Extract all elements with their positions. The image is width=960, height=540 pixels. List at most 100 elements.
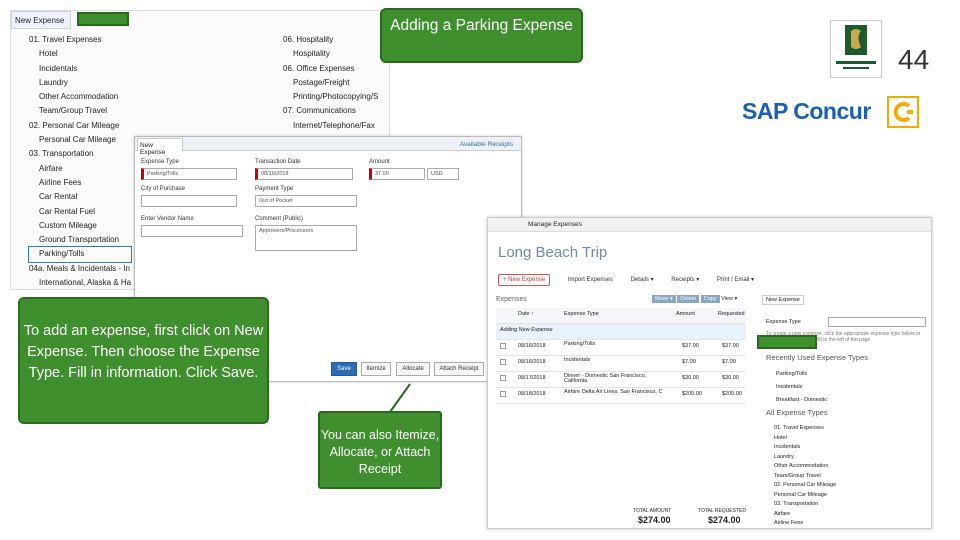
adding-row: Adding New Expense <box>496 324 746 340</box>
type-section-heading: 03. Transportation <box>29 149 94 159</box>
type-list-item[interactable]: Parking/Tolls <box>27 246 133 263</box>
cell-req: $7.00 <box>722 359 736 365</box>
transaction-date-field[interactable]: 08/16/2018 <box>255 168 353 180</box>
type-list-item[interactable]: Laundry <box>774 453 926 463</box>
receipts-menu[interactable]: Receipts ▾ <box>671 277 699 283</box>
type-list-item[interactable]: Incidentals <box>774 443 926 453</box>
cell-type: Parking/Tolls <box>564 341 596 347</box>
city-field[interactable] <box>141 195 237 207</box>
new-expense-tab[interactable]: New Expense <box>11 11 71 29</box>
also-note-callout: You can also Itemize, Allocate, or Attac… <box>318 411 442 489</box>
type-list-item[interactable]: Hospitality <box>283 47 378 61</box>
type-list-item[interactable]: Personal Car Mileage <box>774 491 926 501</box>
print-email-menu[interactable]: Print / Email ▾ <box>717 277 754 283</box>
type-list-item[interactable]: Other Accommodation <box>774 462 926 472</box>
col-requested[interactable]: Requested <box>718 311 745 317</box>
payment-type-label: Payment Type <box>255 186 294 192</box>
table-row[interactable]: 08/17/2018 Dinner - Domestic San Francisc… <box>496 372 746 388</box>
manage-expenses-header: Manage Expenses <box>488 218 931 232</box>
col-date[interactable]: Date ↑ <box>518 311 534 317</box>
type-list-item[interactable]: Other Accommodation <box>29 90 131 104</box>
type-list-item[interactable]: Printing/Photocopying/S <box>283 90 378 104</box>
type-list-item[interactable]: Team/Group Travel <box>29 104 131 118</box>
type-section-heading: 02. Personal Car Mileage <box>774 482 837 488</box>
row-checkbox[interactable] <box>500 359 506 365</box>
expense-type-select[interactable]: Parking/Tolls <box>141 168 237 180</box>
instruction-callout: To add an expense, first click on New Ex… <box>18 297 269 424</box>
recent-type-item[interactable]: Incidentals <box>776 381 926 394</box>
type-list-item[interactable]: Car Rental Fuel <box>29 205 131 219</box>
row-checkbox[interactable] <box>500 391 506 397</box>
total-amount-label: TOTAL AMOUNT <box>633 508 672 514</box>
callout-connector <box>389 383 411 413</box>
concur-c-icon <box>887 96 919 128</box>
type-list-item[interactable]: Car Rental <box>29 190 131 204</box>
recent-type-item[interactable]: Breakfast - Domestic <box>776 394 926 407</box>
currency-select[interactable]: USD <box>427 168 459 180</box>
cell-amt: $30.00 <box>682 375 699 381</box>
table-header: Date ↑ Expense Type Amount Requested <box>496 308 746 324</box>
type-list-item[interactable]: Team/Group Travel <box>774 472 926 482</box>
type-list-item[interactable]: Airline Fees <box>29 176 131 190</box>
type-list-item[interactable]: Custom Mileage <box>29 219 131 233</box>
payment-type-select[interactable]: Out of Pocket <box>255 195 357 207</box>
side-type-field[interactable] <box>828 317 926 327</box>
all-types-list: 01. Travel Expenses Hotel Incidentals Laund… <box>756 424 926 528</box>
expense-type-label: Expense Type <box>141 159 179 165</box>
type-list-item[interactable]: International, Alaska & Ha <box>29 276 131 289</box>
pointer-arrow-parking <box>757 335 817 349</box>
table-row[interactable]: 08/16/2018 Incidentals $7.00 $7.00 <box>496 356 746 372</box>
col-type[interactable]: Expense Type <box>564 311 599 317</box>
save-button[interactable]: Save <box>331 362 357 376</box>
col-amount[interactable]: Amount <box>676 311 695 317</box>
type-list-left-column: 01. Travel Expenses Hotel Incidentals Laund… <box>27 33 133 289</box>
cell-date: 08/16/2018 <box>518 343 546 349</box>
type-list-item[interactable]: Postage/Freight <box>283 76 378 90</box>
cell-req: $37.00 <box>722 343 739 349</box>
cell-req: $30.00 <box>722 375 739 381</box>
university-logo <box>830 20 882 78</box>
copy-button[interactable]: Copy <box>700 295 720 303</box>
total-requested: $274.00 <box>708 515 741 525</box>
type-list-item[interactable]: Airfare <box>29 162 131 176</box>
recent-type-item[interactable]: Parking/Tolls <box>776 368 926 381</box>
type-list-item[interactable]: Airline Fees <box>774 519 926 528</box>
amount-field[interactable]: 37.00 <box>369 168 425 180</box>
type-list-item[interactable]: Ground Transportation <box>29 233 131 247</box>
vendor-field[interactable] <box>141 225 243 237</box>
allocate-button[interactable]: Allocate <box>396 362 430 376</box>
row-checkbox[interactable] <box>500 343 506 349</box>
details-menu[interactable]: Details ▾ <box>631 277 654 283</box>
comment-field[interactable]: Approvers/Processors <box>255 225 357 251</box>
import-expenses-link[interactable]: Import Expenses <box>568 277 613 283</box>
move-button[interactable]: Move ▾ <box>652 295 676 303</box>
table-row[interactable]: 08/18/2018 Airfare Delta Air Lines, San F… <box>496 388 746 404</box>
manage-expenses-window: Manage Expenses Long Beach Trip + New Ex… <box>487 217 932 529</box>
form-tab-new-expense[interactable]: New Expense <box>137 138 183 156</box>
attach-receipt-button[interactable]: Attach Receipt <box>434 362 484 376</box>
expenses-label: Expenses <box>496 296 527 303</box>
total-requested-label: TOTAL REQUESTED <box>698 508 746 514</box>
type-list-item[interactable]: Internet/Telephone/Fax <box>283 119 378 133</box>
type-list-item[interactable]: Hotel <box>29 47 131 61</box>
cell-date: 08/18/2018 <box>518 391 546 397</box>
new-expense-button[interactable]: + New Expense <box>498 274 551 286</box>
comment-hint: Approvers/Processors <box>259 228 314 234</box>
view-menu[interactable]: View ▾ <box>721 296 737 302</box>
type-list-right-column: 06. Hospitality Hospitality 06. Office Exp… <box>283 33 378 133</box>
itemize-button[interactable]: Itemize <box>361 362 391 376</box>
side-new-expense-tab[interactable]: New Expense <box>762 295 804 305</box>
type-list-item[interactable]: Airfare <box>774 510 926 520</box>
type-list-item[interactable]: Incidentals <box>29 62 131 76</box>
available-receipts-link[interactable]: Available Receipts <box>460 141 513 148</box>
cell-type: Airfare Delta Air Lines, San Francisco, … <box>564 389 663 395</box>
table-row[interactable]: 08/16/2018 Parking/Tolls $37.00 $37.00 <box>496 340 746 356</box>
delete-button[interactable]: Delete <box>677 295 700 303</box>
total-amount: $274.00 <box>638 515 671 525</box>
type-list-item[interactable]: Laundry <box>29 76 131 90</box>
sap-concur-wordmark: SAP Concur <box>742 98 871 124</box>
slide-title-callout: Adding a Parking Expense <box>380 8 583 63</box>
type-list-item[interactable]: Hotel <box>774 434 926 444</box>
type-list-item[interactable]: Personal Car Mileage <box>29 133 131 147</box>
row-checkbox[interactable] <box>500 375 506 381</box>
